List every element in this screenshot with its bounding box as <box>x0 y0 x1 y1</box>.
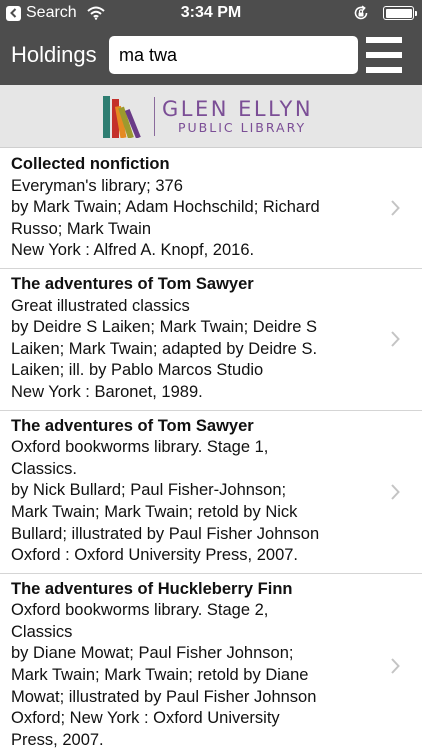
result-line: by Deidre S Laiken; Mark Twain; Deidre S <box>11 318 317 337</box>
result-title: The adventures of Huckleberry Finn <box>11 579 293 598</box>
result-title: The adventures of Tom Sawyer <box>11 274 254 293</box>
holdings-list: Collected nonfiction Everyman's library;… <box>0 149 422 750</box>
result-line: Laiken; Mark Twain; adapted by Deidre S. <box>11 339 318 358</box>
hamburger-menu-button[interactable] <box>366 37 402 74</box>
chevron-right-icon <box>391 331 400 347</box>
result-line: Great illustrated classics <box>11 296 190 315</box>
result-line: Mowat; illustrated by Paul Fisher Johnso… <box>11 687 317 706</box>
page-title: Holdings <box>11 42 97 67</box>
result-title: The adventures of Tom Sawyer <box>11 416 254 435</box>
result-line: Classics. <box>11 459 78 478</box>
result-line: Mark Twain; Mark Twain; retold by Nick <box>11 502 298 521</box>
result-line: New York : Baronet, 1989. <box>11 382 203 401</box>
result-line: Mark Twain; Mark Twain; retold by Diane <box>11 666 309 685</box>
result-line: Classics <box>11 622 73 641</box>
result-line: by Nick Bullard; Paul Fisher-Johnson; <box>11 481 287 500</box>
library-name: GLEN ELLYN <box>162 97 314 121</box>
list-item[interactable]: The adventures of Tom Sawyer Oxford book… <box>0 411 422 574</box>
search-input[interactable] <box>109 36 358 74</box>
result-line: Russo; Mark Twain <box>11 219 151 238</box>
chevron-right-icon <box>391 483 400 500</box>
result-line: Press, 2007. <box>11 730 104 749</box>
chevron-right-icon <box>391 200 400 217</box>
library-logo-banner: GLEN ELLYN PUBLIC LIBRARY <box>0 85 422 148</box>
status-bar: Search 3:34 PM <box>0 0 422 27</box>
result-line: Laiken; ill. by Pablo Marcos Studio <box>11 361 264 380</box>
result-line: New York : Alfred A. Knopf, 2016. <box>11 241 255 260</box>
header-bar: Holdings <box>0 27 422 85</box>
chevron-right-icon <box>391 657 400 674</box>
rotation-lock-icon <box>353 5 369 21</box>
result-line: Oxford; New York : Oxford University <box>11 709 280 728</box>
result-line: Oxford bookworms library. Stage 1, <box>11 438 269 457</box>
result-line: Everyman's library; 376 <box>11 176 183 195</box>
result-line: Bullard; illustrated by Paul Fisher John… <box>11 524 320 543</box>
result-title: Collected nonfiction <box>11 155 170 173</box>
result-line: Oxford : Oxford University Press, 2007. <box>11 546 299 565</box>
list-item[interactable]: The adventures of Tom Sawyer Great illus… <box>0 269 422 411</box>
list-item[interactable]: Collected nonfiction Everyman's library;… <box>0 149 422 269</box>
result-line: Oxford bookworms library. Stage 2, <box>11 601 269 620</box>
result-line: by Diane Mowat; Paul Fisher Johnson; <box>11 644 294 663</box>
list-item[interactable]: The adventures of Huckleberry Finn Oxfor… <box>0 574 422 750</box>
logo-divider <box>154 97 155 136</box>
battery-icon <box>383 6 417 20</box>
library-subtitle: PUBLIC LIBRARY <box>178 120 307 135</box>
books-logo-icon <box>103 96 141 138</box>
result-line: by Mark Twain; Adam Hochschild; Richard <box>11 198 320 217</box>
